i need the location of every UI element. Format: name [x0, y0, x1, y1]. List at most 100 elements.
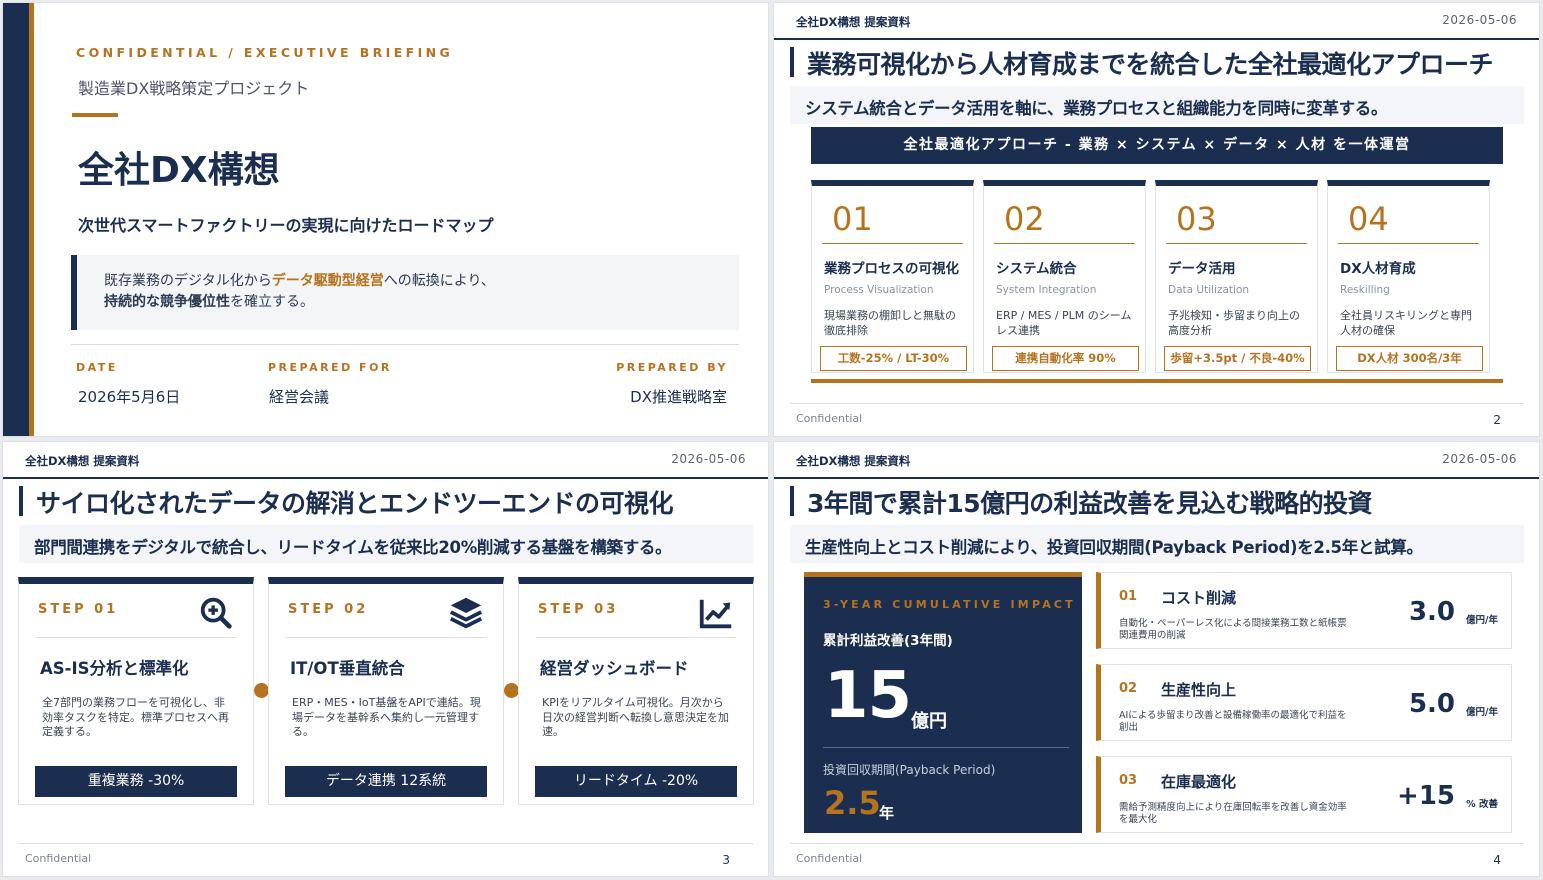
meta-value-prepared-for: 経営会議 [269, 388, 330, 406]
step-rule [286, 637, 486, 638]
quote-bold: 持続的な競争優位性 [104, 294, 230, 310]
footer-confidential: Confidential [796, 852, 863, 865]
cumulative-impact-panel: 3-YEAR CUMULATIVE IMPACT 累計利益改善(3年間) 15 … [804, 572, 1082, 833]
payback-unit: 年 [879, 804, 895, 822]
title-accent-bar [19, 486, 23, 516]
meta-label-date: DATE [76, 361, 118, 374]
impact-item-unit: 億円/年 [1466, 615, 1498, 626]
impact-label: 累計利益改善(3年間) [823, 633, 953, 649]
step-kpi: 重複業務 -30% [35, 766, 237, 797]
pillar-card: 01 業務プロセスの可視化 Process Visualization 現場業務… [811, 180, 974, 373]
pillar-description: 予兆検知・歩留まり向上の高度分析 [1168, 309, 1300, 337]
footer-confidential: Confidential [25, 852, 92, 865]
step-rule [36, 637, 236, 638]
cover-title: 全社DX構想 [78, 150, 280, 191]
impact-item-value: 3.0 [1408, 597, 1455, 627]
pillar-title: 業務プロセスの可視化 [824, 261, 959, 277]
pillar-number: 03 [1176, 200, 1217, 238]
cover-divider [71, 344, 739, 345]
slide-header-title: 全社DX構想 提案資料 [796, 15, 911, 29]
pillar-description: 全社員リスキリングと専門人材の確保 [1340, 309, 1472, 337]
slide-header-date: 2026-05-06 [671, 452, 746, 466]
pillar-english: Data Utilization [1168, 284, 1250, 296]
cover-key-message: 既存業務のデジタル化からデータ駆動型経営への転換により、 持続的な競争優位性を確… [71, 255, 739, 330]
pillar-number: 01 [832, 200, 873, 238]
step-description: KPIをリアルタイム可視化。月次から日次の経営判断へ転換し意思決定を加速。 [542, 696, 729, 738]
cover-navy-bar [3, 3, 29, 436]
impact-divider [823, 747, 1069, 748]
step-description: 全7部門の業務フローを可視化し、非効率タスクを特定。標準プロセスへ再定義する。 [42, 696, 229, 738]
step-kpi: リードタイム -20% [535, 766, 737, 797]
pillar-kpi: 工数-25% / LT-30% [820, 346, 967, 371]
step-title: AS-IS分析と標準化 [40, 659, 189, 678]
step-title: IT/OT垂直統合 [290, 659, 405, 678]
footer-rule [19, 843, 753, 844]
quote-highlight: データ駆動型経営 [271, 273, 384, 289]
pillar-rule [1166, 243, 1307, 244]
page-number: 4 [1493, 853, 1501, 867]
impact-item-unit: % 改善 [1466, 799, 1498, 810]
impact-item-number: 03 [1119, 773, 1138, 788]
step-card: STEP 01 AS-IS分析と標準化 全7部門の業務フローを可視化し、非効率タ… [18, 577, 254, 805]
step-kpi: データ連携 12系統 [285, 766, 487, 797]
impact-item-number: 02 [1119, 681, 1138, 696]
pillar-rule [1338, 243, 1479, 244]
pillar-kpi: 連携自動化率 90% [992, 346, 1139, 371]
step-label: STEP 03 [538, 602, 619, 617]
meta-value-prepared-by: DX推進戦略室 [630, 388, 727, 406]
impact-unit: 億円 [911, 711, 947, 732]
impact-item: 03 在庫最適化 需給予測精度向上により在庫回転率を改善し資金効率を最大化 +1… [1096, 756, 1512, 833]
step-label: STEP 01 [38, 602, 119, 617]
slide-header-date: 2026-05-06 [1442, 13, 1517, 27]
pillar-kpi: 歩留+3.5pt / 不良-40% [1164, 346, 1311, 371]
impact-item-unit: 億円/年 [1466, 707, 1498, 718]
slide-lead: 部門間連携をデジタルで統合し、リードタイムを従来比20%削減する基盤を構築する。 [19, 525, 753, 563]
impact-item-number: 01 [1119, 589, 1138, 604]
slide-1-cover: CONFIDENTIAL / EXECUTIVE BRIEFING 製造業DX戦… [2, 2, 769, 437]
pillar-number: 02 [1004, 200, 1045, 238]
title-accent-bar [790, 47, 794, 77]
cover-accent-rule [72, 113, 118, 117]
slide-header-rule [774, 477, 1539, 479]
slide-header-date: 2026-05-06 [1442, 452, 1517, 466]
step-connector-dot [504, 683, 519, 698]
slide-lead: システム統合とデータ活用を軸に、業務プロセスと組織能力を同時に変革する。 [790, 86, 1524, 124]
step-card: STEP 03 経営ダッシュボード KPIをリアルタイム可視化。月次から日次の経… [518, 577, 754, 805]
pillar-description: ERP / MES / PLM のシームレス連携 [996, 309, 1132, 337]
title-accent-bar [790, 486, 794, 516]
pillar-english: System Integration [996, 284, 1097, 296]
slide-4-investment: 全社DX構想 提案資料 2026-05-06 3年間で累計15億円の利益改善を見… [773, 441, 1540, 877]
footer-rule [790, 403, 1524, 404]
impact-item-description: 需給予測精度向上により在庫回転率を改善し資金効率を最大化 [1119, 802, 1347, 825]
impact-value: 15 [824, 659, 912, 733]
pillar-rule [994, 243, 1135, 244]
pillar-title: システム統合 [996, 261, 1077, 277]
step-rule [536, 637, 736, 638]
step-label: STEP 02 [288, 602, 369, 617]
slide-title: 業務可視化から人材育成までを統合した全社最適化アプローチ [807, 50, 1494, 79]
slide-2-approach: 全社DX構想 提案資料 2026-05-06 業務可視化から人材育成までを統合し… [773, 2, 1540, 437]
slide-3-visualization: 全社DX構想 提案資料 2026-05-06 サイロ化されたデータの解消とエンド… [2, 441, 769, 877]
step-description: ERP・MES・IoT基盤をAPIで連結。現場データを基幹系へ集約し一元管理する… [292, 696, 481, 738]
cover-gold-bar [29, 3, 34, 436]
impact-item-title: 在庫最適化 [1161, 773, 1237, 791]
cover-eyebrow: CONFIDENTIAL / EXECUTIVE BRIEFING [76, 45, 454, 60]
slide-title: サイロ化されたデータの解消とエンドツーエンドの可視化 [36, 489, 674, 518]
slide-lead: 生産性向上とコスト削減により、投資回収期間(Payback Period)を2.… [790, 525, 1524, 563]
cover-project-name: 製造業DX戦略策定プロジェクト [78, 79, 310, 98]
pillar-english: Process Visualization [824, 284, 934, 296]
footer-confidential: Confidential [796, 412, 863, 425]
pillar-number: 04 [1348, 200, 1389, 238]
slide-header-title: 全社DX構想 提案資料 [25, 454, 140, 468]
footer-rule [790, 843, 1524, 844]
impact-item-description: 自動化・ペーパーレス化による間接業務工数と紙帳票関連費用の削減 [1119, 618, 1347, 641]
impact-eyebrow: 3-YEAR CUMULATIVE IMPACT [823, 598, 1076, 611]
quote-mid: への転換により、 [383, 273, 495, 289]
step-card: STEP 02 IT/OT垂直統合 ERP・MES・IoT基盤をAPIで連結。現… [268, 577, 504, 805]
slide-header-rule [774, 38, 1539, 40]
approach-banner: 全社最適化アプローチ - 業務 × システム × データ × 人材 を一体運営 [811, 127, 1503, 164]
pillar-card: 04 DX人材育成 Reskilling 全社員リスキリングと専門人材の確保 D… [1327, 180, 1490, 373]
page-number: 3 [722, 853, 730, 867]
page-number: 2 [1493, 413, 1501, 427]
impact-item: 01 コスト削減 自動化・ペーパーレス化による間接業務工数と紙帳票関連費用の削減… [1096, 572, 1512, 649]
